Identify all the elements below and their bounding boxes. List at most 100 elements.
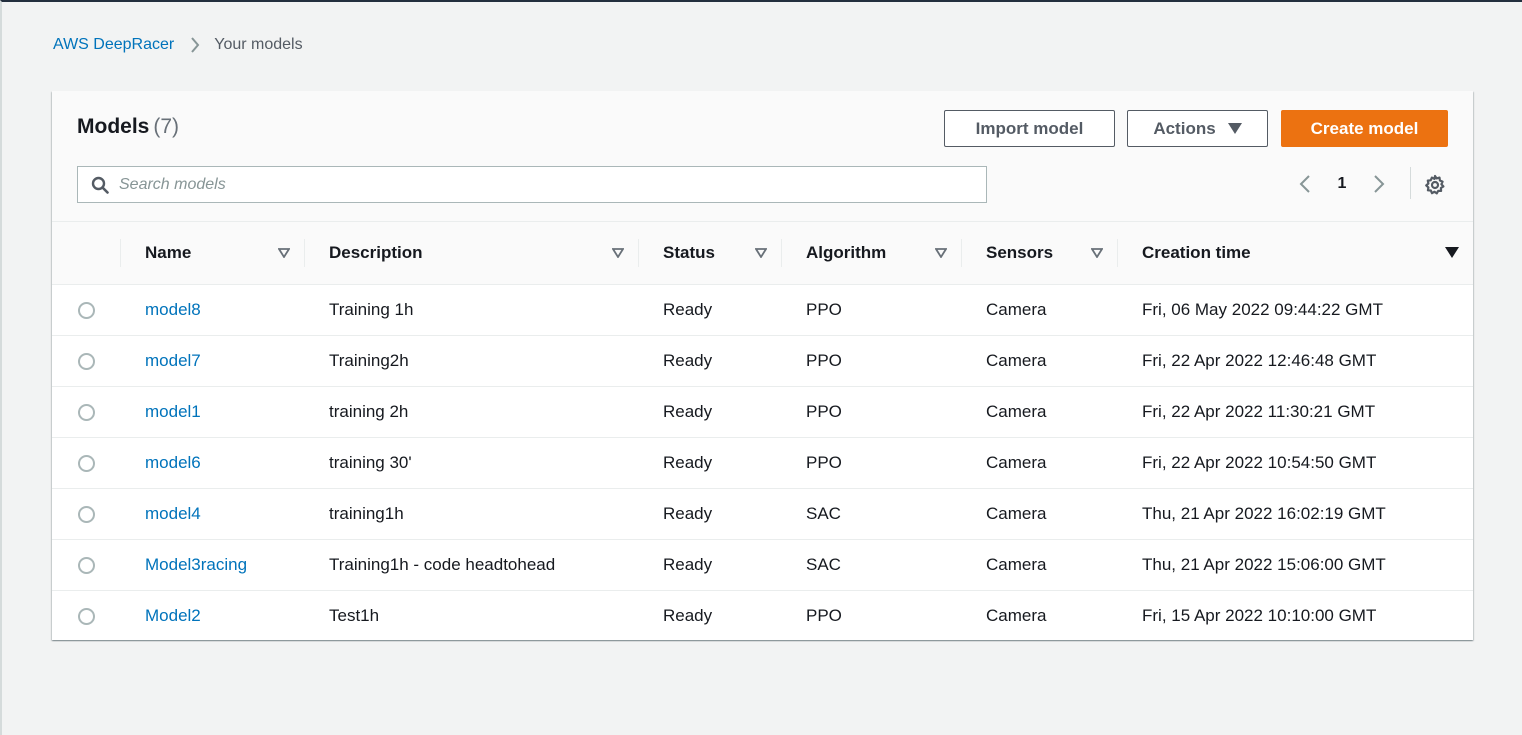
page-title: Models (7): [77, 115, 179, 139]
column-label: Name: [145, 243, 192, 262]
row-select-cell: [52, 438, 120, 489]
sort-icon[interactable]: [1090, 243, 1104, 263]
column-label: Description: [329, 243, 423, 262]
model-name-cell: model4: [120, 489, 304, 540]
table-row[interactable]: model8 Training 1h Ready PPO Camera Fri,…: [52, 285, 1473, 336]
model-name-link[interactable]: model1: [145, 402, 201, 421]
creation-time-cell: Fri, 22 Apr 2022 10:54:50 GMT: [1142, 453, 1377, 472]
model-name-cell: Model3racing: [120, 540, 304, 591]
row-radio-button[interactable]: [78, 302, 95, 320]
current-page-number[interactable]: 1: [1318, 175, 1366, 193]
row-select-cell: [52, 285, 120, 336]
status-cell: Ready: [663, 300, 713, 319]
description-cell: training 2h: [329, 402, 409, 421]
breadcrumb-current: Your models: [214, 36, 303, 53]
status-cell: Ready: [663, 453, 713, 472]
search-icon: [91, 176, 109, 194]
column-divider: [304, 239, 305, 267]
row-radio-button[interactable]: [78, 506, 95, 524]
pager-divider: [1410, 167, 1411, 199]
description-cell: Test1h: [329, 606, 380, 626]
search-field[interactable]: [77, 166, 987, 203]
models-panel: Models (7) Import model Actions Create mo…: [52, 91, 1473, 640]
column-divider: [781, 239, 782, 267]
description-cell: training 30': [329, 453, 412, 472]
algorithm-cell: PPO: [806, 300, 842, 319]
description-cell: Training2h: [329, 351, 409, 370]
table-row[interactable]: Model3racing Training1h - code headtohea…: [52, 540, 1473, 591]
column-label: Creation time: [1142, 243, 1251, 262]
column-header-status[interactable]: Status: [638, 222, 781, 285]
column-header-creation-time[interactable]: Creation time: [1117, 222, 1473, 285]
column-divider: [1117, 239, 1118, 267]
sort-icon[interactable]: [754, 243, 768, 263]
algorithm-cell: SAC: [806, 555, 841, 574]
model-name-link[interactable]: Model3racing: [145, 555, 247, 574]
creation-time-cell: Fri, 06 May 2022 09:44:22 GMT: [1142, 300, 1383, 319]
row-radio-button[interactable]: [78, 404, 95, 422]
next-page-icon[interactable]: [1366, 171, 1392, 197]
actions-dropdown-button[interactable]: Actions: [1127, 110, 1268, 147]
column-label: Status: [663, 243, 715, 262]
sensors-cell: Camera: [986, 300, 1047, 319]
row-radio-button[interactable]: [78, 557, 95, 575]
pagination: 1: [1292, 171, 1392, 197]
status-cell: Ready: [663, 402, 713, 421]
previous-page-icon[interactable]: [1292, 171, 1318, 197]
status-cell: Ready: [663, 504, 713, 523]
model-name-cell: model1: [120, 387, 304, 438]
table-header-row: Name Description Status Algorithm Sensor…: [52, 222, 1473, 285]
sort-icon[interactable]: [277, 243, 291, 263]
sensors-cell: Camera: [986, 555, 1047, 574]
table-row[interactable]: model1 training 2h Ready PPO Camera Fri,…: [52, 387, 1473, 438]
algorithm-cell: SAC: [806, 504, 841, 523]
panel-title-text: Models: [77, 115, 150, 138]
row-radio-button[interactable]: [78, 455, 95, 473]
sensors-cell: Camera: [986, 453, 1047, 472]
model-name-link[interactable]: model6: [145, 453, 201, 472]
table-row[interactable]: model6 training 30' Ready PPO Camera Fri…: [52, 438, 1473, 489]
row-select-cell: [52, 336, 120, 387]
table-row[interactable]: model4 training1h Ready SAC Camera Thu, …: [52, 489, 1473, 540]
row-select-cell: [52, 489, 120, 540]
model-name-link[interactable]: Model2: [145, 606, 201, 625]
sort-icon[interactable]: [611, 243, 625, 263]
row-select-cell: [52, 591, 120, 642]
column-header-sensors[interactable]: Sensors: [961, 222, 1117, 285]
search-input[interactable]: [119, 175, 986, 194]
description-cell: training1h: [329, 504, 404, 523]
model-name-link[interactable]: model4: [145, 504, 201, 523]
breadcrumb: AWS DeepRacer Your models: [53, 36, 303, 54]
sensors-cell: Camera: [986, 402, 1047, 421]
algorithm-cell: PPO: [806, 606, 842, 626]
status-cell: Ready: [663, 555, 713, 574]
panel-header: Models (7) Import model Actions Create mo…: [52, 91, 1473, 222]
model-name-cell: Model2: [120, 591, 304, 642]
column-header-description[interactable]: Description: [304, 222, 638, 285]
gear-icon[interactable]: [1422, 172, 1448, 198]
table-row[interactable]: Model2 Test1h Ready PPO Camera Fri, 15 A…: [52, 591, 1473, 642]
row-select-cell: [52, 387, 120, 438]
column-divider: [961, 239, 962, 267]
description-cell: Training1h - code headtohead: [329, 555, 556, 574]
row-radio-button[interactable]: [78, 353, 95, 371]
algorithm-cell: PPO: [806, 402, 842, 421]
breadcrumb-link-deepracer[interactable]: AWS DeepRacer: [53, 36, 174, 54]
column-header-name[interactable]: Name: [120, 222, 304, 285]
create-model-button[interactable]: Create model: [1281, 110, 1448, 147]
model-name-link[interactable]: model8: [145, 300, 201, 319]
row-radio-button[interactable]: [78, 608, 95, 626]
sensors-cell: Camera: [986, 606, 1047, 626]
sort-icon[interactable]: [934, 243, 948, 263]
algorithm-cell: PPO: [806, 351, 842, 370]
column-header-algorithm[interactable]: Algorithm: [781, 222, 961, 285]
sort-descending-icon[interactable]: [1445, 243, 1459, 263]
import-model-button[interactable]: Import model: [944, 110, 1115, 147]
column-label: Algorithm: [806, 243, 887, 262]
table-row[interactable]: model7 Training2h Ready PPO Camera Fri, …: [52, 336, 1473, 387]
creation-time-cell: Fri, 15 Apr 2022 10:10:00 GMT: [1142, 606, 1377, 626]
models-count: (7): [153, 115, 180, 138]
model-name-cell: model8: [120, 285, 304, 336]
model-name-link[interactable]: model7: [145, 351, 201, 370]
column-header-select: [52, 222, 120, 285]
